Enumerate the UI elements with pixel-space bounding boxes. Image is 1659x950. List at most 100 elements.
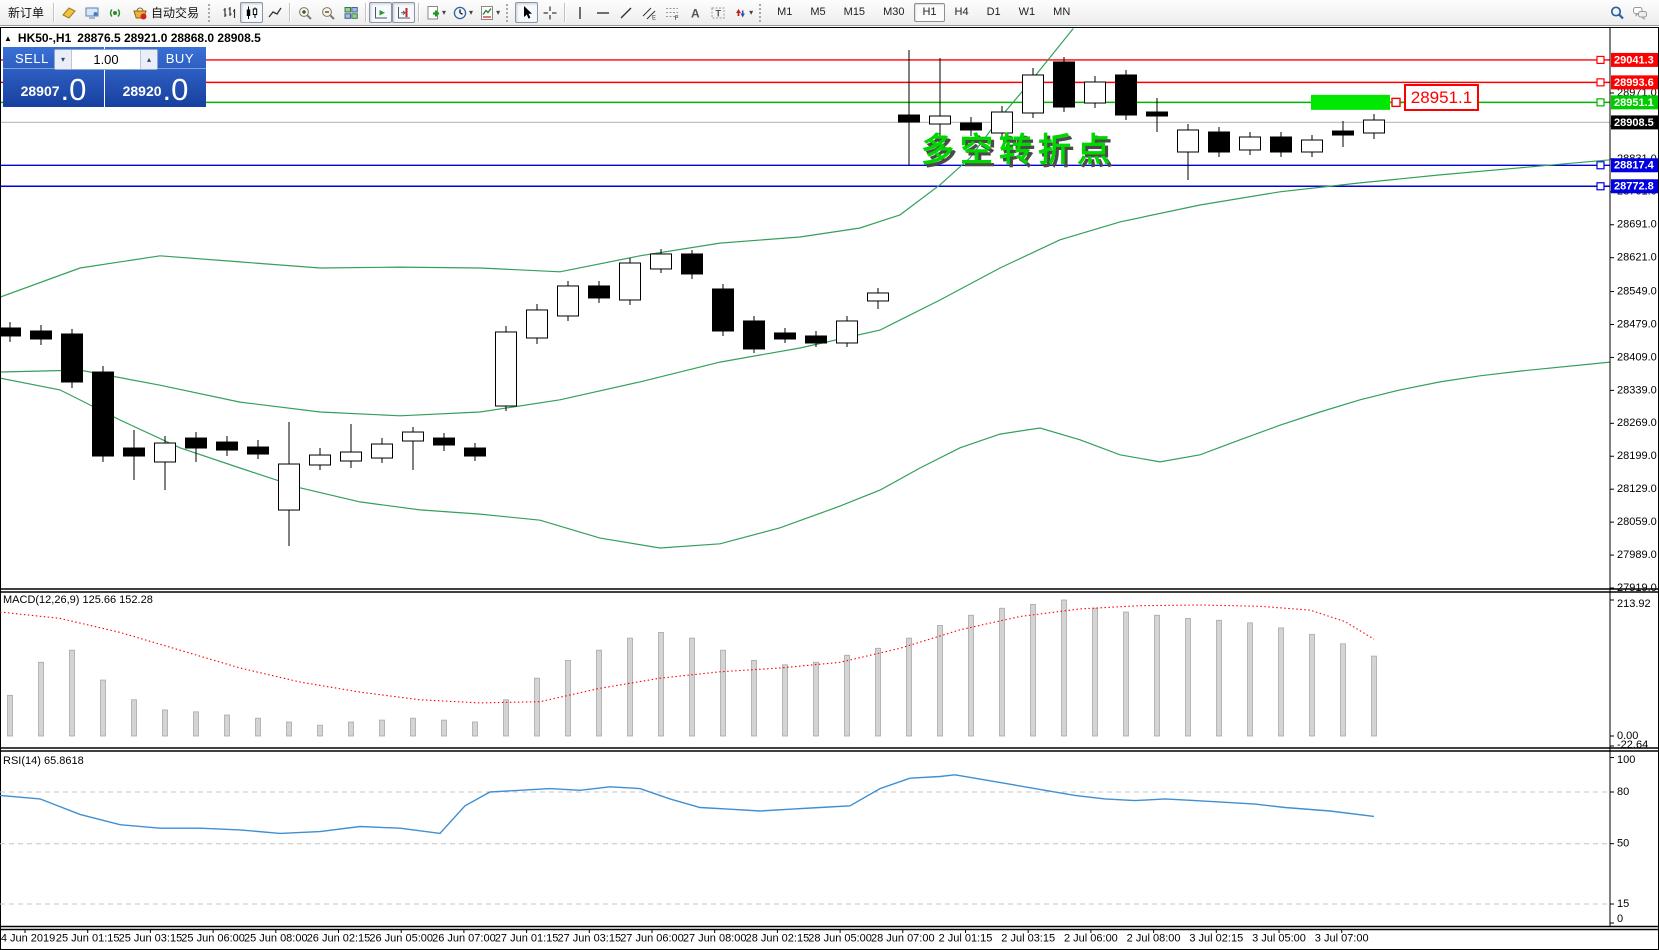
highlight-rectangle[interactable] — [1311, 95, 1390, 110]
candle — [93, 372, 114, 456]
volume-input[interactable]: 1.00 — [72, 50, 140, 69]
signals-icon[interactable] — [103, 2, 126, 23]
hline-handle[interactable] — [1597, 99, 1604, 106]
candle — [899, 115, 920, 122]
svg-text:A: A — [691, 6, 700, 20]
periods-icon[interactable]: ▾ — [449, 2, 476, 23]
zoom-in-icon[interactable] — [293, 2, 316, 23]
volume-decrease-button[interactable]: ▾ — [55, 50, 72, 69]
candle — [31, 331, 52, 339]
arrows-tool-icon[interactable]: ▾ — [729, 2, 756, 23]
candle — [1116, 75, 1137, 115]
svg-text:27989.0: 27989.0 — [1617, 549, 1657, 561]
svg-text:F: F — [674, 15, 678, 21]
vertical-line-icon[interactable] — [568, 2, 591, 23]
buy-price: 28920 .0 — [105, 77, 206, 103]
toolbar-grip[interactable] — [759, 4, 765, 22]
candle — [868, 293, 889, 301]
svg-text:27 Jun 08:00: 27 Jun 08:00 — [683, 933, 747, 945]
hline-handle[interactable] — [1597, 79, 1604, 86]
crosshair-icon[interactable] — [538, 2, 561, 23]
hline-handle[interactable] — [1597, 56, 1604, 63]
buy-label: BUY — [166, 51, 194, 66]
autotrading-button[interactable]: 自动交易 — [126, 2, 205, 23]
mt4-window: 新订单 自动交易 ▾ ▾ ▾ E F A T ▾ M1 M5 M — [0, 0, 1659, 950]
terminal-icon[interactable] — [80, 2, 103, 23]
volume-increase-button[interactable]: ▴ — [140, 50, 157, 69]
fibonacci-icon[interactable]: F — [660, 2, 683, 23]
cursor-icon[interactable] — [515, 2, 538, 23]
tf-m30[interactable]: M30 — [875, 3, 912, 22]
toolbar-grip[interactable] — [506, 4, 512, 22]
candle — [620, 263, 641, 300]
templates-icon[interactable]: ▾ — [476, 2, 503, 23]
svg-text:27 Jun 01:15: 27 Jun 01:15 — [495, 933, 559, 945]
candle — [186, 438, 207, 448]
sell-price: 28907 .0 — [3, 77, 104, 103]
tf-mn[interactable]: MN — [1045, 3, 1078, 22]
svg-text:28993.6: 28993.6 — [1614, 77, 1654, 89]
chart-shift-icon[interactable] — [392, 2, 415, 23]
bar-chart-icon[interactable] — [217, 2, 240, 23]
order-ticket-icon[interactable] — [57, 2, 80, 23]
candle — [1085, 82, 1106, 103]
candle — [1364, 120, 1385, 133]
tf-d1[interactable]: D1 — [979, 3, 1009, 22]
candle — [0, 328, 21, 336]
candle — [1302, 140, 1323, 152]
candle — [217, 442, 238, 450]
svg-text:27 Jun 03:15: 27 Jun 03:15 — [557, 933, 621, 945]
svg-text:28 Jun 07:00: 28 Jun 07:00 — [871, 933, 935, 945]
tf-m15[interactable]: M15 — [836, 3, 873, 22]
svg-text:2 Jul 01:15: 2 Jul 01:15 — [939, 933, 993, 945]
chart-title: ▲ HK50-,H1 28876.5 28921.0 28868.0 28908… — [4, 31, 261, 45]
price-callout-label[interactable]: 28951.1 — [1404, 84, 1479, 111]
zoom-out-icon[interactable] — [316, 2, 339, 23]
tile-windows-icon[interactable] — [339, 2, 362, 23]
hline-handle[interactable] — [1597, 162, 1604, 169]
svg-text:28 Jun 02:15: 28 Jun 02:15 — [746, 933, 810, 945]
candle — [1178, 130, 1199, 152]
svg-text:28691.0: 28691.0 — [1617, 219, 1657, 231]
search-icon[interactable] — [1605, 2, 1628, 23]
svg-text:2 Jul 03:15: 2 Jul 03:15 — [1001, 933, 1055, 945]
chart-canvas[interactable]: 28971.028901.028831.028761.028691.028621… — [0, 0, 1659, 950]
indicators-icon[interactable]: ▾ — [422, 2, 449, 23]
svg-text:213.92: 213.92 — [1617, 598, 1651, 610]
text-label-icon[interactable]: T — [706, 2, 729, 23]
line-chart-icon[interactable] — [263, 2, 286, 23]
svg-text:26 Jun 02:15: 26 Jun 02:15 — [307, 933, 371, 945]
tf-m5[interactable]: M5 — [802, 3, 833, 22]
time-axis: 24 Jun 201925 Jun 01:1525 Jun 03:1525 Ju… — [0, 930, 1369, 945]
candle — [713, 289, 734, 331]
annotation-text[interactable]: 多空转折点 — [921, 123, 1116, 171]
hline-handle[interactable] — [1597, 183, 1604, 190]
toolbar-separator — [564, 3, 565, 22]
svg-text:25 Jun 03:15: 25 Jun 03:15 — [119, 933, 183, 945]
svg-text:2 Jul 08:00: 2 Jul 08:00 — [1127, 933, 1181, 945]
candle — [310, 455, 331, 465]
auto-scroll-icon[interactable] — [369, 2, 392, 23]
chat-icon[interactable] — [1628, 2, 1651, 23]
tf-h1[interactable]: H1 — [914, 3, 944, 22]
text-icon[interactable]: A — [683, 2, 706, 23]
horizontal-line-icon[interactable] — [591, 2, 614, 23]
toolbar-grip[interactable] — [208, 4, 214, 22]
callout-anchor-handle[interactable] — [1392, 98, 1400, 106]
svg-text:-22.64: -22.64 — [1617, 739, 1648, 751]
svg-text:28621.0: 28621.0 — [1617, 252, 1657, 264]
svg-text:28817.4: 28817.4 — [1614, 160, 1655, 172]
candlestick-chart-icon[interactable] — [240, 2, 263, 23]
tf-m1[interactable]: M1 — [769, 3, 800, 22]
toolbar-separator — [289, 3, 290, 22]
tf-h4[interactable]: H4 — [947, 3, 977, 22]
equidistant-channel-icon[interactable]: E — [637, 2, 660, 23]
svg-text:15: 15 — [1617, 898, 1629, 910]
svg-text:26 Jun 07:00: 26 Jun 07:00 — [432, 933, 496, 945]
candle — [341, 452, 362, 461]
new-order-button[interactable]: 新订单 — [2, 2, 50, 23]
svg-text:28409.0: 28409.0 — [1617, 351, 1657, 363]
tf-w1[interactable]: W1 — [1011, 3, 1044, 22]
collapse-arrow-icon[interactable]: ▲ — [4, 34, 12, 43]
trendline-icon[interactable] — [614, 2, 637, 23]
